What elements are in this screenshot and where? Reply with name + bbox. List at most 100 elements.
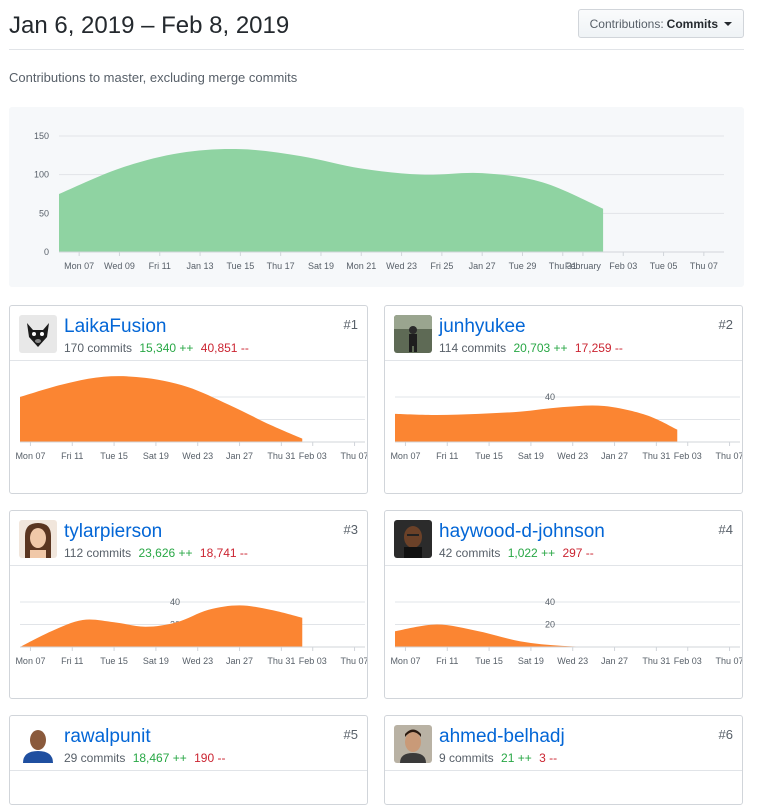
card-header: haywood-d-johnson 42 commits 1,022 ++ 29… [385,511,742,566]
x-tick-label: Jan 27 [226,451,253,461]
contributions-subtitle: Contributions to master, excluding merge… [9,70,298,85]
contributor-chart-svg: 40 Mon 07 Fri 11 Tue 15 Sat 19 Wed 23 Jan 27 Th… [390,392,743,461]
contributor-graph: 4020Mon 07Fri 11Tue 15Sat 19Wed 23Jan 27… [10,567,367,697]
contributor-stats: 42 commits 1,022 ++ 297 -- [439,546,594,560]
x-tick-label: Feb 03 [674,656,702,666]
contributor-rank: #1 [343,317,358,332]
additions-count: 15,340 ++ [139,341,194,355]
dropdown-prefix: Contributions: [589,16,664,31]
commit-count: 112 commits [64,546,132,560]
x-tick-label: Jan 13 [187,261,214,271]
contributor-card: rawalpunit 29 commits 18,467 ++ 190 -- #… [9,715,368,805]
x-tick-label: Thu 07 [690,261,718,271]
x-tick-label: Tue 15 [100,451,128,461]
card-header: tylarpierson 112 commits 23,626 ++ 18,74… [10,511,367,566]
series-area [59,149,604,252]
contributor-card: LaikaFusion 170 commits 15,340 ++ 40,851… [9,305,368,494]
x-tick-label: February [565,261,602,271]
y-tick-label: 20 [545,620,555,630]
bald-man-avatar-icon[interactable] [19,725,57,763]
x-tick-label: Feb 03 [299,656,327,666]
y-tick-label: 50 [39,208,49,218]
series-area [20,376,303,442]
x-tick-label: Thu 31 [267,451,295,461]
contributor-card: tylarpierson 112 commits 23,626 ++ 18,74… [9,510,368,699]
contributor-username-link[interactable]: ahmed-belhadj [439,726,565,748]
additions-count: 21 ++ [501,751,532,765]
additions-count: 1,022 ++ [507,546,556,560]
x-tick-label: Sat 19 [518,451,544,461]
contributor-rank: #5 [343,727,358,742]
y-tick-label: 0 [44,247,49,257]
y-tick-label: 40 [170,597,180,607]
x-tick-label: Thu 31 [267,656,295,666]
contributor-rank: #2 [718,317,733,332]
contributor-card: ahmed-belhadj 9 commits 21 ++ 3 -- #6 [384,715,743,805]
commit-count: 29 commits [64,751,126,765]
contributor-graph: Mon 07 Fri 11 Tue 15 Sat 19 Wed 23 Jan 27 Thu … [10,362,367,492]
commit-count: 42 commits [439,546,501,560]
card-header: ahmed-belhadj 9 commits 21 ++ 3 -- #6 [385,716,742,771]
main-chart-svg: 0 50 100 150 Mon 07 Wed 09 Fri 11 Jan 13 Tue 15 T… [34,131,724,271]
main-contributions-graph: 0 50 100 150 Mon 07 Wed 09 Fri 11 Jan 13 Tue 15 T… [9,107,744,287]
contributor-card: junhyukee 114 commits 20,703 ++ 17,259 -… [384,305,743,494]
deletions-count: 18,741 -- [199,546,248,560]
additions-count: 23,626 ++ [138,546,193,560]
x-tick-label: Tue 05 [650,261,678,271]
dog-avatar-icon[interactable] [19,315,57,353]
contributor-chart-svg: 4020Mon 07Fri 11Tue 15Sat 19Wed 23Jan 27… [15,597,367,666]
x-tick-label: Jan 27 [601,656,628,666]
commit-count: 170 commits [64,341,133,355]
additions-count: 20,703 ++ [513,341,568,355]
page-header: Jan 6, 2019 – Feb 8, 2019 Contributions:… [9,8,744,50]
deletions-count: 190 -- [194,751,226,765]
x-tick-label: Mon 07 [15,451,45,461]
x-tick-label: Wed 23 [557,451,588,461]
contributor-username-link[interactable]: rawalpunit [64,726,151,748]
x-tick-label: Thu 07 [716,451,743,461]
person-outdoor-avatar-icon[interactable] [394,315,432,353]
x-tick-label: Fri 11 [436,656,458,666]
woman-avatar-icon[interactable] [19,520,57,558]
x-tick-label: Sat 19 [143,656,169,666]
contributor-chart-svg: Mon 07 Fri 11 Tue 15 Sat 19 Wed 23 Jan 27 Thu … [15,376,367,461]
y-tick-label: 150 [34,131,49,141]
contributor-stats: 170 commits 15,340 ++ 40,851 -- [64,341,249,355]
x-tick-label: Wed 23 [182,656,213,666]
additions-count: 18,467 ++ [132,751,187,765]
x-tick-label: Mon 07 [15,656,45,666]
x-tick-label: Thu 31 [642,656,670,666]
series-area [395,624,678,648]
x-tick-label: Tue 15 [475,656,503,666]
x-tick-label: Tue 15 [475,451,503,461]
man-avatar-icon[interactable] [394,520,432,558]
x-tick-label: Sat 19 [143,451,169,461]
y-tick-label: 40 [545,392,555,402]
x-tick-label: Sat 19 [308,261,334,271]
contributor-rank: #4 [718,522,733,537]
date-range-title: Jan 6, 2019 – Feb 8, 2019 [9,12,290,39]
x-tick-label: Thu 17 [267,261,295,271]
contributor-stats: 114 commits 20,703 ++ 17,259 -- [439,341,623,355]
x-tick-label: Jan 27 [601,451,628,461]
contributor-username-link[interactable]: tylarpierson [64,521,162,543]
x-tick-label: Sat 19 [518,656,544,666]
card-header: rawalpunit 29 commits 18,467 ++ 190 -- #… [10,716,367,771]
contributor-username-link[interactable]: haywood-d-johnson [439,521,605,543]
contributions-dropdown-button[interactable]: Contributions: Commits [577,9,744,38]
x-tick-label: Feb 03 [299,451,327,461]
x-tick-label: Thu 07 [716,656,743,666]
contributor-username-link[interactable]: LaikaFusion [64,316,166,338]
deletions-count: 40,851 -- [200,341,249,355]
man-selfie-avatar-icon[interactable] [394,725,432,763]
x-tick-label: Fri 25 [430,261,453,271]
contributor-stats: 29 commits 18,467 ++ 190 -- [64,751,225,765]
x-tick-label: Feb 03 [674,451,702,461]
x-tick-label: Feb 03 [609,261,637,271]
x-tick-label: Jan 27 [226,656,253,666]
contributor-stats: 112 commits 23,626 ++ 18,741 -- [64,546,248,560]
card-header: LaikaFusion 170 commits 15,340 ++ 40,851… [10,306,367,361]
y-tick-label: 40 [545,597,555,607]
contributor-username-link[interactable]: junhyukee [439,316,526,338]
x-tick-label: Tue 15 [227,261,255,271]
